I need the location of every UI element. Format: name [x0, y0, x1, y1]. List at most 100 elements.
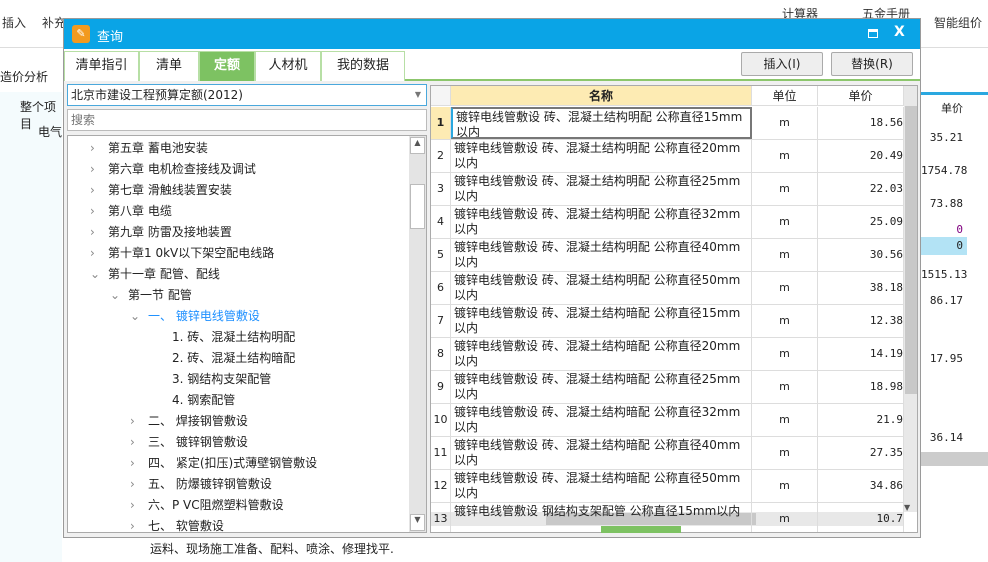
row-number: 2 [431, 140, 451, 172]
col-header-price: 单价 [941, 102, 963, 115]
chevron-right-icon[interactable]: › [90, 180, 108, 201]
maximize-icon[interactable] [868, 29, 878, 38]
cell-price: 12.38 [818, 305, 904, 337]
collapse-panel-handle[interactable] [601, 526, 681, 533]
chevron-right-icon[interactable]: › [90, 159, 108, 180]
scroll-down-icon[interactable]: ▼ [410, 514, 425, 531]
row-number: 3 [431, 173, 451, 205]
chevron-right-icon[interactable]: › [90, 201, 108, 222]
scroll-thumb[interactable] [410, 184, 425, 229]
cell-price: 14.19 [818, 338, 904, 370]
table-row[interactable]: 1 镀锌电线管敷设 砖、混凝土结构明配 公称直径15mm以内 m 18.56 [431, 107, 904, 140]
chevron-down-icon[interactable]: ⌄ [130, 306, 148, 327]
cell-price: 10.7 [818, 503, 904, 532]
insert-button[interactable]: 插入 [2, 14, 26, 31]
tree-item[interactable]: 1. 砖、混凝土结构明配 [150, 327, 295, 348]
cell-price: 18.98 [818, 371, 904, 403]
chevron-right-icon[interactable]: › [90, 222, 108, 243]
tree-item[interactable]: ⌄ 一、 镀锌电线管敷设 [130, 306, 260, 327]
tab-bill[interactable]: 清单 [139, 51, 199, 81]
tree-item[interactable]: › 六、P VC阻燃塑料管敷设 [130, 495, 284, 516]
bg-value: 73.88 [929, 197, 963, 210]
tree-item[interactable]: › 第七章 滑触线装置安装 [90, 180, 232, 201]
chevron-right-icon[interactable]: › [130, 495, 148, 516]
cell-name: 镀锌电线管敷设 砖、混凝土结构暗配 公称直径32mm以内 [451, 404, 752, 436]
cell-name: 镀锌电线管敷设 砖、混凝土结构暗配 公称直径50mm以内 [451, 470, 752, 502]
chevron-right-icon[interactable]: › [130, 432, 148, 453]
library-select-value: 北京市建设工程预算定额(2012) [71, 88, 243, 102]
tree-item[interactable]: › 四、 紧定(扣压)式薄壁钢管敷设 [130, 453, 317, 474]
bg-scrollbar[interactable] [921, 452, 988, 466]
tree-item[interactable]: 4. 钢索配管 [150, 390, 235, 411]
tab-my-data[interactable]: 我的数据 [321, 51, 405, 81]
tree-item-label: 六、P VC阻燃塑料管敷设 [148, 498, 284, 512]
tree-item-label: 3. 钢结构支架配管 [172, 372, 272, 386]
tree-item-label: 1. 砖、混凝土结构明配 [172, 330, 296, 344]
tab-bill-guide[interactable]: 清单指引 [64, 51, 139, 81]
tree-item[interactable]: › 第十章1 0kV以下架空配电线路 [90, 243, 274, 264]
cell-name: 镀锌电线管敷设 砖、混凝土结构明配 公称直径32mm以内 [451, 206, 752, 238]
tree-item[interactable]: › 第五章 蓄电池安装 [90, 138, 208, 159]
table-row[interactable]: 9 镀锌电线管敷设 砖、混凝土结构暗配 公称直径25mm以内 m 18.98 [431, 371, 904, 404]
chevron-right-icon[interactable]: › [130, 411, 148, 432]
insert-button[interactable]: 插入(I) [741, 52, 823, 76]
row-number: 5 [431, 239, 451, 271]
tree-item-label: 第十章1 0kV以下架空配电线路 [108, 246, 275, 260]
scroll-thumb[interactable] [905, 106, 917, 394]
tree-item-label: 第五章 蓄电池安装 [108, 141, 208, 155]
tree-item[interactable]: › 二、 焊接钢管敷设 [130, 411, 248, 432]
table-row[interactable]: 3 镀锌电线管敷设 砖、混凝土结构明配 公称直径25mm以内 m 22.03 [431, 173, 904, 206]
table-row[interactable]: 8 镀锌电线管敷设 砖、混凝土结构暗配 公称直径20mm以内 m 14.19 [431, 338, 904, 371]
tree-item[interactable]: 3. 钢结构支架配管 [150, 369, 271, 390]
col-header-unit[interactable]: 单位 [752, 86, 818, 106]
cell-unit: m [752, 272, 818, 304]
tree-item[interactable]: 2. 砖、混凝土结构暗配 [150, 348, 295, 369]
tree-item-label: 第七章 滑触线装置安装 [108, 183, 232, 197]
tab-labor-material-machine[interactable]: 人材机 [255, 51, 321, 81]
chevron-right-icon[interactable]: › [130, 516, 148, 532]
tree-scrollbar[interactable]: ▲ ▼ [409, 136, 426, 532]
scroll-down-icon[interactable]: ▼ [904, 503, 910, 512]
cell-name: 镀锌电线管敷设 砖、混凝土结构暗配 公称直径15mm以内 [451, 305, 752, 337]
tree-item[interactable]: › 三、 镀锌钢管敷设 [130, 432, 248, 453]
smart-pricing-button[interactable]: 智能组价 [934, 14, 982, 31]
tree-item[interactable]: › 第八章 电缆 [90, 201, 172, 222]
tree-item[interactable]: › 七、 软管敷设 [130, 516, 224, 532]
col-header-price[interactable]: 单价 [818, 86, 904, 106]
search-input-box[interactable] [67, 109, 427, 131]
replace-button[interactable]: 替换(R) [831, 52, 913, 76]
chevron-down-icon[interactable]: ⌄ [110, 285, 128, 306]
table-row[interactable]: 10 镀锌电线管敷设 砖、混凝土结构暗配 公称直径32mm以内 m 21.9 [431, 404, 904, 437]
chevron-down-icon[interactable]: ⌄ [90, 264, 108, 285]
table-row[interactable]: 12 镀锌电线管敷设 砖、混凝土结构暗配 公称直径50mm以内 m 34.86 [431, 470, 904, 503]
cell-price: 34.86 [818, 470, 904, 502]
scroll-up-icon[interactable]: ▲ [410, 137, 425, 154]
tree-item[interactable]: ⌄ 第一节 配管 [110, 285, 192, 306]
col-header-name[interactable]: 名称 [451, 86, 752, 106]
search-input[interactable] [68, 110, 426, 130]
tree-item[interactable]: › 第九章 防雷及接地装置 [90, 222, 232, 243]
tree-item[interactable]: › 第六章 电机检查接线及调试 [90, 159, 256, 180]
dialog-titlebar[interactable]: ✎ 查询 X [64, 19, 920, 49]
tab-quota[interactable]: 定额 [199, 51, 255, 81]
table-row[interactable]: 6 镀锌电线管敷设 砖、混凝土结构明配 公称直径50mm以内 m 38.18 [431, 272, 904, 305]
row-number: 11 [431, 437, 451, 469]
tree-item[interactable]: › 五、 防爆镀锌钢管敷设 [130, 474, 272, 495]
grid-vscrollbar[interactable]: ▼ [904, 86, 917, 512]
close-icon[interactable]: X [894, 24, 905, 40]
table-row[interactable]: 7 镀锌电线管敷设 砖、混凝土结构暗配 公称直径15mm以内 m 12.38 [431, 305, 904, 338]
table-row[interactable]: 5 镀锌电线管敷设 砖、混凝土结构明配 公称直径40mm以内 m 30.56 [431, 239, 904, 272]
tree-item[interactable]: ⌄ 第十一章 配管、配线 [90, 264, 220, 285]
cell-unit: m [752, 371, 818, 403]
cell-name: 镀锌电线管敷设 砖、混凝土结构暗配 公称直径40mm以内 [451, 437, 752, 469]
tree-item-electrical[interactable]: 电气 [38, 123, 62, 140]
library-select[interactable]: 北京市建设工程预算定额(2012) ▼ [67, 84, 427, 106]
chevron-right-icon[interactable]: › [90, 138, 108, 159]
tab-cost-analysis[interactable]: 造价分析 [0, 68, 48, 85]
table-row[interactable]: 2 镀锌电线管敷设 砖、混凝土结构明配 公称直径20mm以内 m 20.49 [431, 140, 904, 173]
chevron-right-icon[interactable]: › [90, 243, 108, 264]
chevron-right-icon[interactable]: › [130, 453, 148, 474]
table-row[interactable]: 11 镀锌电线管敷设 砖、混凝土结构暗配 公称直径40mm以内 m 27.35 [431, 437, 904, 470]
table-row[interactable]: 4 镀锌电线管敷设 砖、混凝土结构明配 公称直径32mm以内 m 25.09 [431, 206, 904, 239]
chevron-right-icon[interactable]: › [130, 474, 148, 495]
